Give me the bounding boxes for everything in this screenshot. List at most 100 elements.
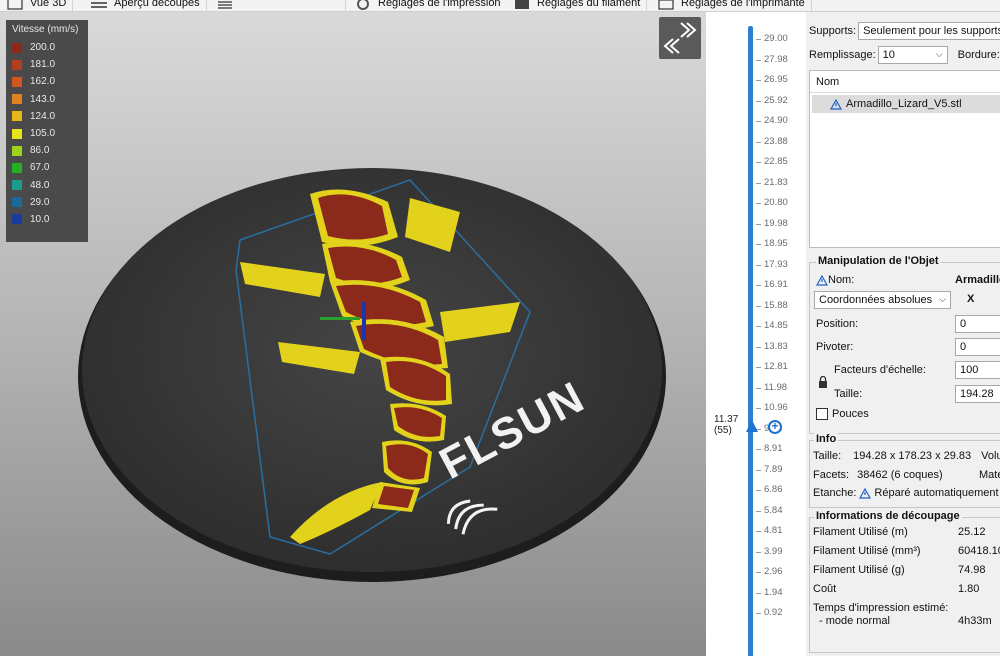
legend-swatch (12, 180, 22, 191)
slider-tick-label: 4.81 (764, 525, 783, 536)
position-x-input[interactable]: 0 (955, 315, 1000, 333)
tab-label: Vue 3D (30, 0, 67, 9)
slider-tick-mark (756, 367, 761, 368)
slider-tick-label: 7.89 (764, 463, 783, 475)
3d-viewport[interactable]: FLSUN Vitesse (mm/s) 200.0 181.0 162.0 1… (0, 12, 706, 656)
size-x-input[interactable]: 194.28 (955, 385, 1000, 403)
print-mode-label: - mode normal (819, 615, 890, 627)
slider-tick-label: 0.92 (764, 607, 783, 618)
rotate-label: Pivoter: (816, 341, 854, 353)
size-label: Taille: (834, 388, 863, 400)
print-time-label: Temps d'impression estimé: (813, 602, 949, 614)
slider-tick-label: 10.96 (764, 402, 788, 413)
legend-entry: 86.0 (12, 142, 82, 159)
legend-entry: 48.0 (12, 177, 82, 194)
legend-entry: 29.0 (12, 194, 82, 211)
legend-entry: 181.0 (12, 56, 82, 73)
tab-printer-settings[interactable]: Réglages de l'imprimante (651, 0, 812, 11)
slider-tick-mark (756, 572, 761, 573)
slider-tick-mark (756, 326, 761, 327)
slice-row: Coût (813, 583, 836, 595)
info-size-row: Taille: 194.28 x 178.23 x 29.83 Volur (813, 450, 1000, 462)
brim-label: Bordure: (957, 49, 1000, 61)
slider-tick-mark (756, 510, 761, 512)
add-layer-icon[interactable]: + (768, 420, 782, 434)
slider-tick-mark (756, 39, 761, 40)
slider-tick-label: 16.91 (764, 279, 788, 290)
slider-tick-label: 13.83 (764, 340, 788, 352)
double-chevron-icon (663, 22, 697, 54)
legend-entry: 143.0 (12, 91, 82, 108)
slider-track[interactable] (748, 26, 753, 656)
tab-bar: Vue 3D Aperçu découpes Réglages de l'imp… (0, 0, 1000, 12)
list-header: Nom (810, 71, 1000, 93)
collapse-sidebar-button[interactable] (659, 17, 701, 59)
slice-row: Filament Utilisé (mm³) (813, 545, 921, 557)
supports-value: Seulement pour les supports p (863, 25, 1000, 37)
inches-row[interactable]: Pouces (816, 408, 869, 420)
slider-tick-mark (756, 223, 761, 225)
legend-label: 105.0 (30, 128, 56, 140)
slider-tick-mark (756, 346, 761, 348)
slice-value: 60418.10 (958, 545, 1000, 557)
scale-label: Facteurs d'échelle: (834, 364, 926, 376)
infill-value: 10 (882, 49, 895, 61)
legend-swatch (12, 111, 22, 122)
axis-x-label: X (967, 293, 975, 305)
info-facets-label: Facets: (813, 469, 850, 481)
tab-print-settings[interactable]: Réglages de l'impression (348, 0, 508, 11)
coordinates-select[interactable]: Coordonnées absolues ⌵ (814, 291, 951, 309)
slice-label: Filament Utilisé (m) (813, 526, 908, 538)
name-label: Nom: (828, 274, 855, 286)
slider-tick-mark (756, 490, 761, 491)
list-item[interactable]: Armadillo_Lizard_V5.stl (812, 95, 1000, 113)
slider-tick-label: 6.86 (764, 484, 783, 495)
slider-tick-label: 14.85 (764, 320, 788, 331)
rotate-x-input[interactable]: 0 (955, 338, 1000, 356)
slider-value: 11.37 (55) (714, 414, 738, 436)
info-manifold-value: Réparé automatiquement ( (874, 487, 1000, 499)
warning-icon (830, 98, 842, 110)
slice-label: Filament Utilisé (mm³) (813, 545, 921, 557)
printer-icon (658, 0, 674, 10)
tab-3d-view[interactable]: Vue 3D (0, 0, 74, 11)
cube-icon (7, 0, 23, 10)
slider-layer: (55) (714, 425, 732, 436)
object-list[interactable]: Nom Armadillo_Lizard_V5.stl (809, 70, 1000, 248)
inches-checkbox[interactable] (816, 408, 828, 420)
slice-label: Coût (813, 583, 837, 595)
slider-tick-label: 17.93 (764, 258, 788, 270)
infill-row: Remplissage: 10 ⌵ Bordure: (809, 46, 1000, 64)
legend-entry: 200.0 (12, 39, 82, 56)
slider-tick-label: 8.91 (764, 443, 783, 454)
legend-swatch (12, 197, 22, 208)
lock-icon[interactable] (818, 376, 828, 388)
tab-label: Aperçu découpes (114, 0, 200, 9)
print-bed-scene: FLSUN (78, 168, 666, 582)
slider-tick-label: 29.00 (764, 33, 788, 44)
legend-swatch (12, 94, 22, 105)
legend-label: 86.0 (30, 145, 50, 157)
legend-entry: 67.0 (12, 159, 82, 176)
legend-label: 10.0 (30, 213, 50, 225)
slider-tick-label: 11.98 (764, 381, 788, 393)
legend-swatch (12, 145, 22, 156)
tab-slice-preview[interactable]: Aperçu découpes (84, 0, 207, 11)
slider-tick-mark (756, 531, 761, 532)
slider-tick-mark (756, 264, 761, 266)
slider-tick-mark (756, 592, 761, 594)
tab-filament-settings[interactable]: Réglages du filament (507, 0, 648, 11)
layer-slider[interactable]: 29.00 27.98 26.95 25.92 24.90 23.88 22.85 21.83… (706, 12, 806, 656)
slider-tick-mark (756, 449, 761, 450)
legend-label: 162.0 (30, 76, 56, 88)
supports-label: Supports: (809, 25, 857, 37)
scale-x-input[interactable]: 100 (955, 361, 1000, 379)
info-size-label: Taille: (813, 450, 842, 462)
supports-select[interactable]: Seulement pour les supports p (858, 22, 1000, 40)
slider-tick-label: 24.90 (764, 115, 788, 126)
tab-stack[interactable] (210, 0, 346, 11)
slider-tick-mark (756, 305, 761, 307)
slider-tick-label: 1.94 (764, 586, 783, 598)
legend-entry: 162.0 (12, 73, 82, 90)
infill-select[interactable]: 10 ⌵ (877, 46, 948, 64)
